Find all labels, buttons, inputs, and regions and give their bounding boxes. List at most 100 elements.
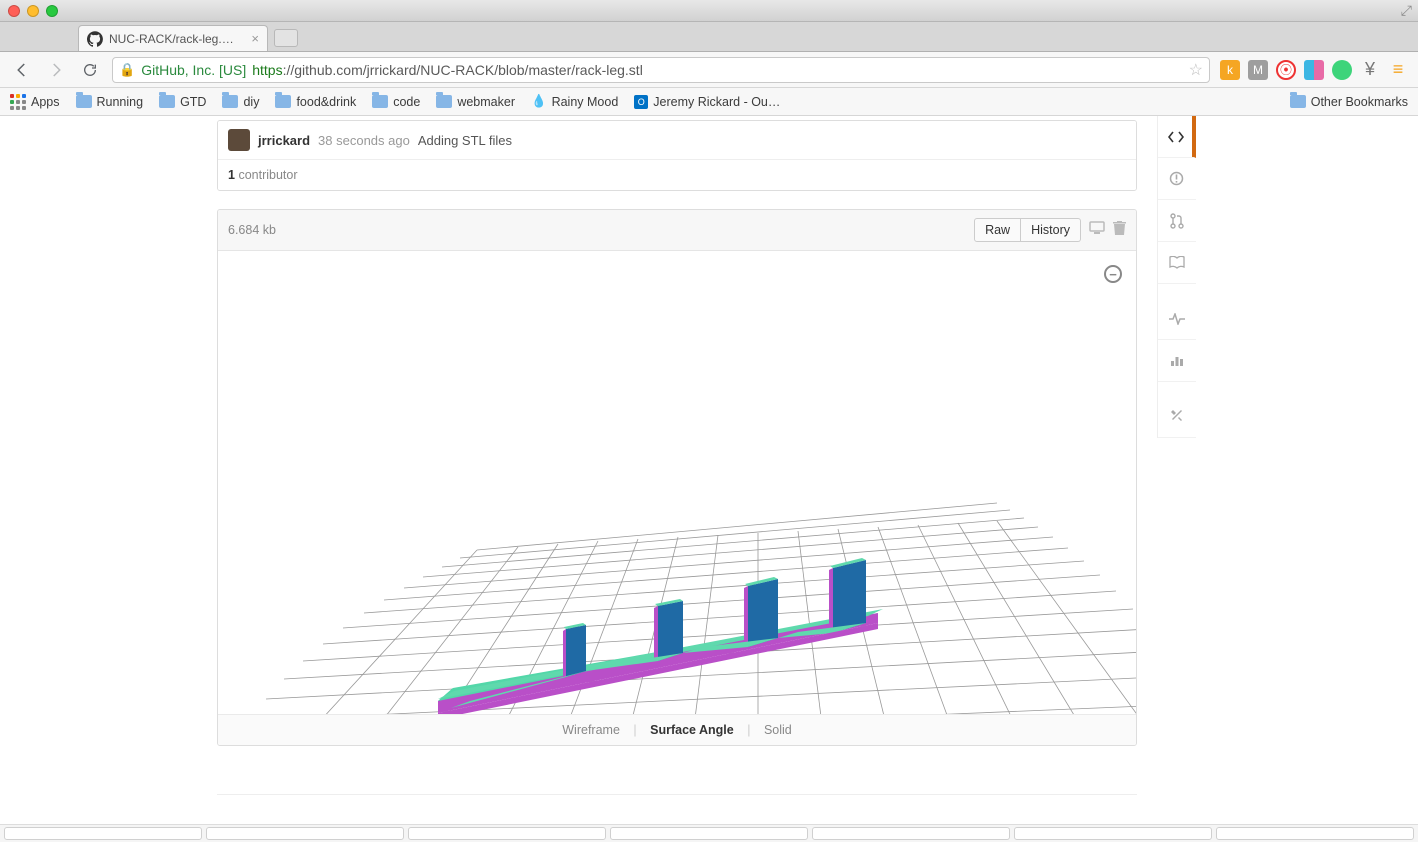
extension-m-icon[interactable]: M bbox=[1248, 60, 1268, 80]
delete-icon[interactable] bbox=[1113, 221, 1126, 240]
other-bookmarks[interactable]: Other Bookmarks bbox=[1290, 95, 1408, 109]
issues-tab-icon[interactable] bbox=[1158, 158, 1196, 200]
new-tab-button[interactable] bbox=[274, 29, 298, 47]
commit-message[interactable]: Adding STL files bbox=[418, 133, 512, 148]
outlook-icon: O bbox=[634, 95, 648, 109]
bookmark-label: code bbox=[393, 95, 420, 109]
folder-icon bbox=[1290, 95, 1306, 108]
thumbnail[interactable] bbox=[610, 827, 808, 840]
url-scheme: https bbox=[252, 62, 282, 78]
bookmark-label: Apps bbox=[31, 95, 60, 109]
history-button[interactable]: History bbox=[1021, 218, 1081, 242]
fullscreen-icon[interactable]: ⤢ bbox=[1401, 2, 1412, 19]
bookmark-folder[interactable]: GTD bbox=[159, 95, 206, 109]
contributors-count: 1 bbox=[228, 168, 235, 182]
settings-tab-icon[interactable] bbox=[1158, 396, 1196, 438]
bookmark-label: Jeremy Rickard - Ou… bbox=[653, 95, 780, 109]
file-box: 6.684 kb Raw History − bbox=[217, 209, 1137, 746]
tab-close-icon[interactable]: × bbox=[251, 31, 259, 46]
view-surface-angle[interactable]: Surface Angle bbox=[640, 723, 744, 737]
bookmark-folder[interactable]: food&drink bbox=[275, 95, 356, 109]
thumbnail[interactable] bbox=[1216, 827, 1414, 840]
bookmark-outlook[interactable]: O Jeremy Rickard - Ou… bbox=[634, 95, 780, 109]
thumbnail[interactable] bbox=[206, 827, 404, 840]
bookmark-label: GTD bbox=[180, 95, 206, 109]
window-maximize-button[interactable] bbox=[46, 5, 58, 17]
view-solid[interactable]: Solid bbox=[754, 723, 802, 737]
stl-render-canvas[interactable] bbox=[218, 251, 1136, 714]
extension-trello-icon[interactable] bbox=[1304, 60, 1324, 80]
contributors-label: contributor bbox=[238, 168, 297, 182]
address-bar[interactable]: 🔒 GitHub, Inc. [US] https://github.com/j… bbox=[112, 57, 1210, 83]
commit-time: 38 seconds ago bbox=[318, 133, 410, 148]
bookmark-rainy-mood[interactable]: 💧 Rainy Mood bbox=[531, 94, 618, 109]
lock-icon: 🔒 bbox=[119, 62, 135, 78]
mac-titlebar: ⤢ bbox=[0, 0, 1418, 22]
forward-button[interactable] bbox=[44, 58, 68, 82]
file-header: 6.684 kb Raw History bbox=[218, 210, 1136, 251]
raw-button[interactable]: Raw bbox=[974, 218, 1021, 242]
window-minimize-button[interactable] bbox=[27, 5, 39, 17]
page-content: jrrickard 38 seconds ago Adding STL file… bbox=[0, 116, 1418, 842]
extension-o-icon[interactable]: ⦿ bbox=[1276, 60, 1296, 80]
back-button[interactable] bbox=[10, 58, 34, 82]
pulse-tab-icon[interactable] bbox=[1158, 298, 1196, 340]
bookmark-folder[interactable]: code bbox=[372, 95, 420, 109]
folder-icon bbox=[222, 95, 238, 108]
folder-icon bbox=[436, 95, 452, 108]
window-close-button[interactable] bbox=[8, 5, 20, 17]
bottom-thumbnail-strip bbox=[0, 824, 1418, 842]
ev-cert-label: GitHub, Inc. [US] bbox=[141, 62, 246, 78]
stl-viewer[interactable]: − bbox=[218, 251, 1136, 714]
wiki-tab-icon[interactable] bbox=[1158, 242, 1196, 284]
folder-icon bbox=[275, 95, 291, 108]
commit-box: jrrickard 38 seconds ago Adding STL file… bbox=[217, 120, 1137, 191]
bookmark-folder[interactable]: webmaker bbox=[436, 95, 515, 109]
github-favicon-icon bbox=[87, 31, 103, 47]
bookmark-label: webmaker bbox=[457, 95, 515, 109]
folder-icon bbox=[76, 95, 92, 108]
graphs-tab-icon[interactable] bbox=[1158, 340, 1196, 382]
bookmarks-bar: Apps Running GTD diy food&drink code web… bbox=[0, 88, 1418, 116]
bookmark-folder[interactable]: diy bbox=[222, 95, 259, 109]
extension-green-icon[interactable] bbox=[1332, 60, 1352, 80]
commit-row: jrrickard 38 seconds ago Adding STL file… bbox=[218, 121, 1136, 159]
folder-icon bbox=[372, 95, 388, 108]
tab-title: NUC-RACK/rack-leg.stl at… bbox=[109, 32, 239, 46]
rail-gap bbox=[1158, 382, 1196, 396]
extension-text-icon[interactable]: ¥ bbox=[1360, 60, 1380, 80]
pull-requests-tab-icon[interactable] bbox=[1158, 200, 1196, 242]
thumbnail[interactable] bbox=[1014, 827, 1212, 840]
browser-tabstrip: NUC-RACK/rack-leg.stl at… × bbox=[0, 22, 1418, 52]
separator: | bbox=[633, 723, 636, 737]
desktop-open-icon[interactable] bbox=[1089, 221, 1105, 239]
view-mode-switcher: Wireframe | Surface Angle | Solid bbox=[218, 714, 1136, 745]
bookmark-folder[interactable]: Running bbox=[76, 95, 144, 109]
view-wireframe[interactable]: Wireframe bbox=[552, 723, 630, 737]
bookmark-star-icon[interactable]: ☆ bbox=[1189, 60, 1203, 80]
folder-icon bbox=[159, 95, 175, 108]
extension-k-icon[interactable]: k bbox=[1220, 60, 1240, 80]
bookmark-label: Running bbox=[97, 95, 144, 109]
zoom-out-button[interactable]: − bbox=[1104, 265, 1122, 283]
reload-button[interactable] bbox=[78, 58, 102, 82]
contributors-row: 1 contributor bbox=[218, 159, 1136, 190]
rail-gap bbox=[1158, 284, 1196, 298]
code-tab-icon[interactable] bbox=[1158, 116, 1196, 158]
thumbnail[interactable] bbox=[4, 827, 202, 840]
browser-tab[interactable]: NUC-RACK/rack-leg.stl at… × bbox=[78, 25, 268, 51]
bookmark-label: diy bbox=[243, 95, 259, 109]
footer-divider bbox=[217, 794, 1137, 795]
commit-author[interactable]: jrrickard bbox=[258, 133, 310, 148]
avatar[interactable] bbox=[228, 129, 250, 151]
chrome-menu-icon[interactable]: ≡ bbox=[1388, 60, 1408, 80]
separator: | bbox=[747, 723, 750, 737]
thumbnail[interactable] bbox=[812, 827, 1010, 840]
bookmark-label: Rainy Mood bbox=[552, 95, 619, 109]
rain-icon: 💧 bbox=[531, 94, 547, 109]
extension-icons: k M ⦿ ¥ ≡ bbox=[1220, 60, 1408, 80]
repo-nav-rail bbox=[1157, 116, 1195, 438]
thumbnail[interactable] bbox=[408, 827, 606, 840]
bookmark-apps[interactable]: Apps bbox=[10, 94, 60, 110]
file-button-group: Raw History bbox=[974, 218, 1081, 242]
